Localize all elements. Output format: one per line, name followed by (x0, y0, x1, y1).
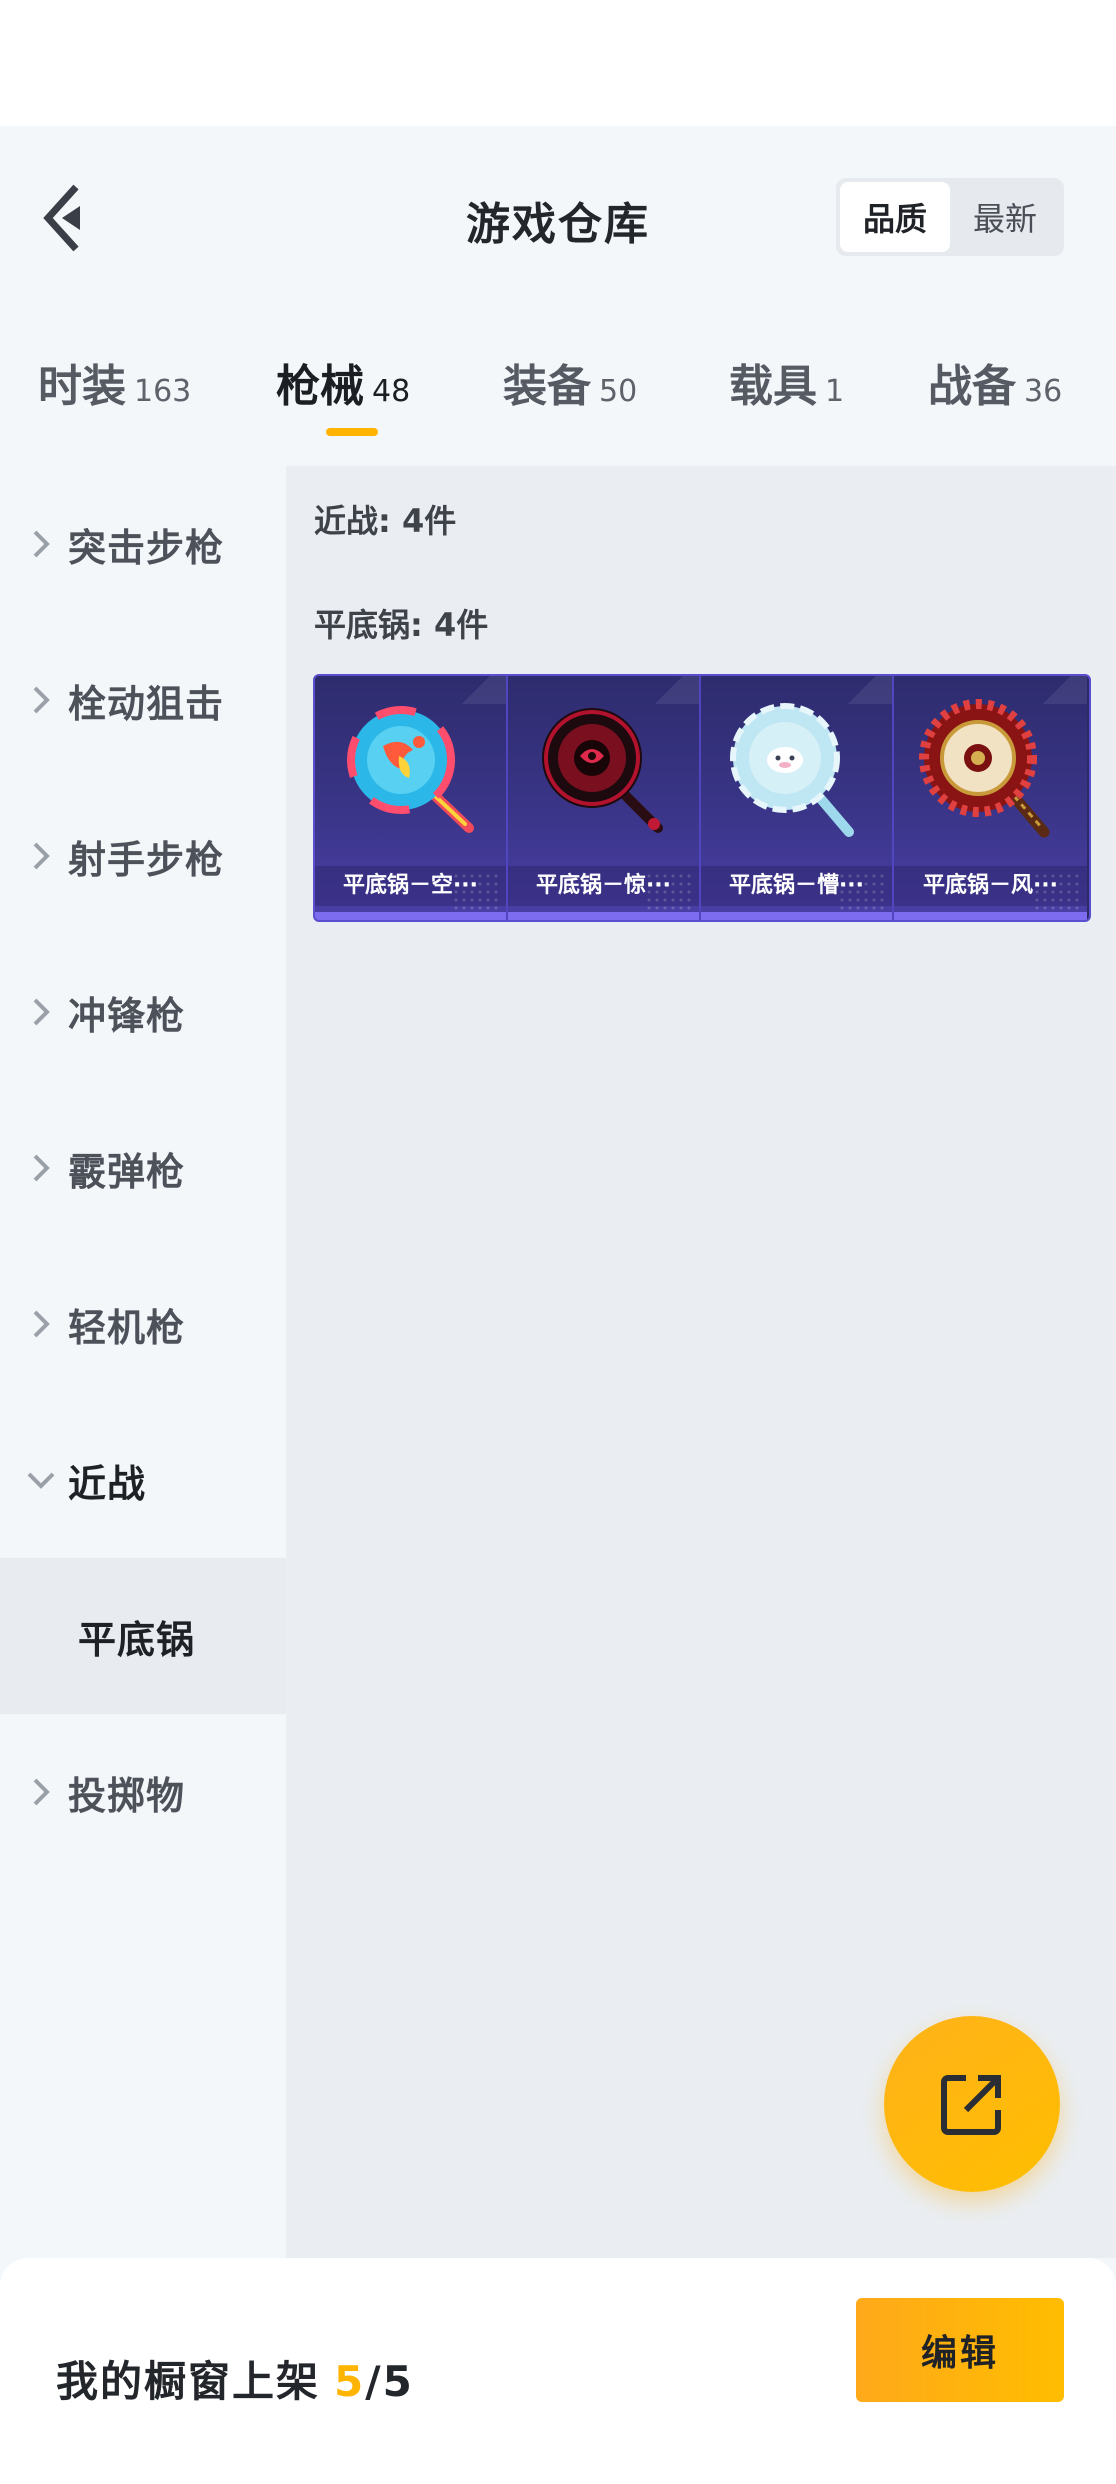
sidebar-item-shotgun[interactable]: 霰弹枪 (0, 1090, 286, 1246)
sort-quality-option[interactable]: 品质 (840, 182, 950, 252)
sidebar-item-label: 投掷物 (68, 1773, 186, 1818)
card-dot-pattern (838, 872, 888, 912)
sidebar-item-label: 近战 (68, 1461, 147, 1506)
chevron-right-icon (26, 841, 56, 871)
card-dot-pattern (645, 872, 695, 912)
tab-fashion[interactable]: 时装 163 (38, 350, 191, 414)
chevron-right-icon (26, 1153, 56, 1183)
showcase-label: 我的橱窗上架 (56, 2357, 321, 2406)
chevron-right-icon (26, 997, 56, 1027)
subgroup-count-label: 平底锅: 4件 (314, 606, 489, 644)
tab-label: 装备 (503, 361, 591, 412)
sidebar-item-label: 冲锋枪 (68, 993, 186, 1038)
ornate-red-pan-icon (894, 688, 1087, 858)
sidebar-item-throwables[interactable]: 投掷物 (0, 1714, 286, 1870)
bottom-bar: 我的橱窗上架 5 /5 编辑 (0, 2258, 1116, 2484)
sidebar-item-smg[interactable]: 冲锋枪 (0, 934, 286, 1090)
tab-count: 163 (134, 374, 192, 409)
sidebar-item-assault-rifle[interactable]: 突击步枪 (0, 466, 286, 622)
tab-combat-gear[interactable]: 战备 36 (928, 350, 1062, 414)
colorful-pan-icon (315, 688, 506, 858)
sidebar-item-marksman-rifle[interactable]: 射手步枪 (0, 778, 286, 934)
chevron-right-icon (26, 1777, 56, 1807)
category-tabs: 时装 163 枪械 48 装备 50 载具 1 战备 36 (0, 306, 1116, 466)
tab-label: 时装 (38, 361, 126, 412)
rarity-bar (701, 912, 892, 920)
sidebar-item-label: 霰弹枪 (68, 1149, 186, 1194)
tab-label: 枪械 (276, 361, 364, 412)
sidebar-item-label: 突击步枪 (68, 525, 225, 570)
card-dot-pattern (1033, 872, 1083, 912)
chevron-right-icon (26, 529, 56, 559)
sort-toggle: 品质 最新 (836, 178, 1064, 256)
showcase-count: 5 (334, 2357, 366, 2406)
item-card[interactable]: 平底锅－懵··· (701, 676, 894, 920)
sidebar-item-bolt-sniper[interactable]: 栓动狙击 (0, 622, 286, 778)
group-count-label: 近战: 4件 (314, 502, 457, 540)
tab-vehicles[interactable]: 载具 1 (729, 350, 844, 414)
tab-count: 48 (372, 374, 411, 409)
edit-button[interactable]: 编辑 (856, 2298, 1064, 2402)
item-card[interactable]: 平底锅－风··· (894, 676, 1087, 920)
share-fab-button[interactable] (884, 2016, 1060, 2192)
sidebar-item-label: 栓动狙击 (68, 681, 225, 726)
sidebar-item-lmg[interactable]: 轻机枪 (0, 1246, 286, 1402)
tab-label: 载具 (729, 361, 817, 412)
tab-count: 36 (1024, 374, 1063, 409)
share-external-icon (941, 2075, 1001, 2135)
rarity-bar (894, 912, 1087, 920)
rarity-bar (315, 912, 506, 920)
sidebar: 突击步枪 栓动狙击 射手步枪 冲锋枪 霰弹枪 轻机枪 近战 平底锅 投掷物 (0, 466, 286, 2258)
sidebar-item-label: 射手步枪 (68, 837, 225, 882)
chevron-right-icon (26, 1309, 56, 1339)
content-area: 近战: 4件 平底锅: 4件 平底锅－空··· 平底锅－惊··· 平底锅－懵··… (286, 466, 1116, 2258)
tab-count: 1 (825, 374, 845, 409)
showcase-total: /5 (365, 2357, 414, 2406)
status-bar (0, 0, 1116, 126)
chevron-right-icon (26, 685, 56, 715)
item-grid: 平底锅－空··· 平底锅－惊··· 平底锅－懵··· 平底锅－风··· (313, 674, 1091, 922)
sidebar-subitem-label: 平底锅 (78, 1617, 196, 1662)
item-card[interactable]: 平底锅－惊··· (508, 676, 701, 920)
tab-count: 50 (599, 374, 638, 409)
sidebar-item-melee[interactable]: 近战 (0, 1402, 286, 1558)
tab-label: 战备 (928, 361, 1016, 412)
light-blue-pan-icon (701, 688, 892, 858)
sidebar-item-label: 轻机枪 (68, 1305, 186, 1350)
card-dot-pattern (452, 872, 502, 912)
dark-red-pan-icon (508, 688, 699, 858)
tab-firearms[interactable]: 枪械 48 (276, 350, 410, 414)
showcase-status: 我的橱窗上架 5 /5 (56, 2348, 414, 2409)
chevron-down-icon (26, 1471, 56, 1489)
rarity-bar (508, 912, 699, 920)
tab-equipment[interactable]: 装备 50 (503, 350, 637, 414)
active-tab-indicator (326, 428, 378, 436)
item-card[interactable]: 平底锅－空··· (315, 676, 508, 920)
sort-newest-option[interactable]: 最新 (950, 182, 1060, 252)
sidebar-subitem-frying-pan[interactable]: 平底锅 (0, 1558, 286, 1714)
header: 游戏仓库 品质 最新 (0, 126, 1116, 306)
